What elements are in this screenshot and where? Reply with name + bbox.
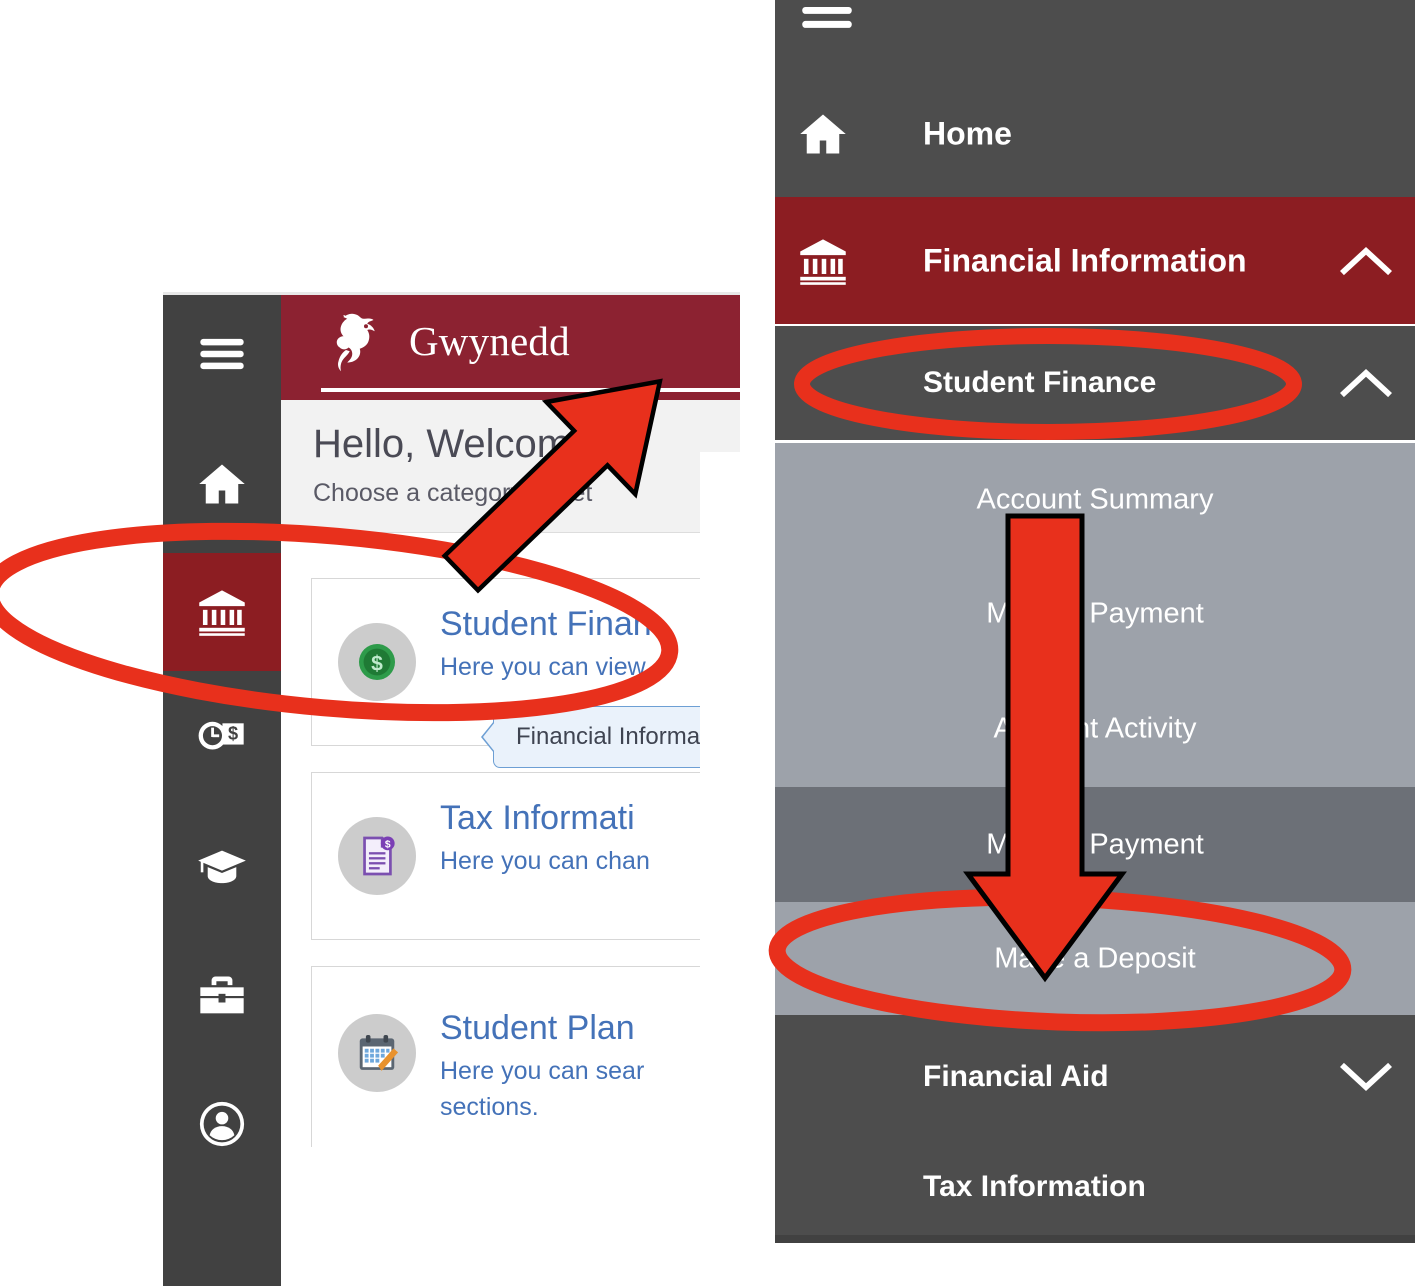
card-title: Student Finan	[440, 605, 652, 643]
card-student-planning[interactable]: Student Plan Here you can sear sections.	[311, 966, 740, 1147]
submenu-item-label: Make a Payment	[986, 828, 1204, 860]
submenu-item-label: Account Activity	[993, 712, 1197, 745]
submenu-item-account-summary[interactable]: Account Summary	[775, 443, 1415, 557]
nav-item-label: Student Finance	[923, 366, 1157, 399]
window-top-edge	[163, 292, 740, 295]
page-body: Hello, Welcome to Choose a category to g…	[281, 400, 740, 1286]
tooltip-notch-fill	[483, 722, 495, 752]
card-tax-information[interactable]: $ Tax Informati Here you can chan	[311, 772, 740, 940]
site-header: Gwynedd	[281, 295, 740, 400]
card-description: Here you can sear	[440, 1057, 645, 1085]
nav-bottom-edge	[775, 1235, 1415, 1243]
rail-item-user-profile[interactable]	[163, 1065, 281, 1183]
nav-item-label: Financial Information	[923, 242, 1247, 278]
nav-item-financial-aid[interactable]: Financial Aid	[775, 1015, 1415, 1139]
chevron-up-icon[interactable]	[1339, 366, 1393, 400]
toolbox-icon	[196, 970, 248, 1022]
bank-icon	[196, 586, 248, 638]
screenshot-clip-mask	[700, 452, 740, 1286]
nav-item-financial-information[interactable]: Financial Information	[775, 197, 1415, 324]
nav-menu: Home Financial Information Student Finan…	[775, 0, 1415, 1243]
nav-item-label: Home	[923, 115, 1012, 151]
card-title: Student Plan	[440, 1009, 635, 1047]
calendar-check-icon	[338, 1014, 416, 1092]
card-description: Here you can chan	[440, 847, 650, 875]
svg-text:$: $	[228, 724, 238, 744]
card-description-line2: sections.	[440, 1093, 539, 1121]
home-icon	[196, 458, 248, 510]
submenu-item-make-a-payment-2[interactable]: Make a Payment	[775, 787, 1415, 902]
rail-item-employment[interactable]: $	[163, 681, 281, 799]
clock-dollar-icon: $	[196, 714, 248, 766]
page-title: Hello, Welcome to	[313, 422, 637, 466]
submenu-item-label: Make a Payment	[986, 597, 1204, 630]
submenu-item-account-activity[interactable]: Account Activity	[775, 671, 1415, 787]
page-subtitle: Choose a category to get	[313, 479, 593, 507]
rail-item-home[interactable]	[163, 425, 281, 543]
hamburger-menu-icon	[797, 0, 857, 38]
graduation-cap-icon	[196, 842, 248, 894]
browser-window-screenshot: $ Gwynedd Hello, Welcome to Choose a cat…	[163, 292, 740, 1286]
left-icon-rail: $	[163, 295, 281, 1286]
rail-item-academics[interactable]	[163, 809, 281, 927]
bank-icon	[797, 235, 849, 287]
hamburger-menu-icon	[196, 328, 248, 380]
nav-item-label: Financial Aid	[923, 1060, 1109, 1093]
card-title: Tax Informati	[440, 799, 635, 837]
user-circle-icon	[196, 1098, 248, 1150]
rail-item-resources[interactable]	[163, 937, 281, 1055]
money-circle-icon: $	[338, 623, 416, 701]
griffin-logo	[321, 305, 401, 385]
submenu-item-make-a-payment[interactable]: Make a Payment	[775, 557, 1415, 671]
submenu-item-make-a-deposit[interactable]: Make a Deposit	[775, 902, 1415, 1015]
chevron-up-icon[interactable]	[1339, 244, 1393, 278]
rail-hamburger-button[interactable]	[163, 295, 281, 413]
submenu-item-label: Account Summary	[976, 483, 1214, 516]
nav-item-tax-information[interactable]: Tax Information	[775, 1139, 1415, 1235]
nav-hamburger-button[interactable]	[775, 0, 1415, 70]
expanded-nav-screenshot: Home Financial Information Student Finan…	[772, 0, 1416, 1286]
nav-item-home[interactable]: Home	[775, 70, 1415, 197]
submenu-item-label: Make a Deposit	[994, 942, 1196, 974]
home-icon	[797, 108, 849, 160]
nav-item-label: Tax Information	[923, 1170, 1146, 1203]
brand-name: Gwynedd	[409, 318, 570, 364]
svg-text:$: $	[385, 839, 391, 850]
greeting-band: Hello, Welcome to Choose a category to g…	[281, 400, 740, 533]
chevron-down-icon[interactable]	[1339, 1060, 1393, 1094]
card-description: Here you can view	[440, 653, 646, 681]
rail-item-financial-information[interactable]	[163, 553, 281, 671]
svg-text:$: $	[371, 652, 383, 675]
tax-document-icon: $	[338, 817, 416, 895]
header-rule	[321, 388, 740, 392]
nav-item-student-finance[interactable]: Student Finance	[775, 326, 1415, 443]
